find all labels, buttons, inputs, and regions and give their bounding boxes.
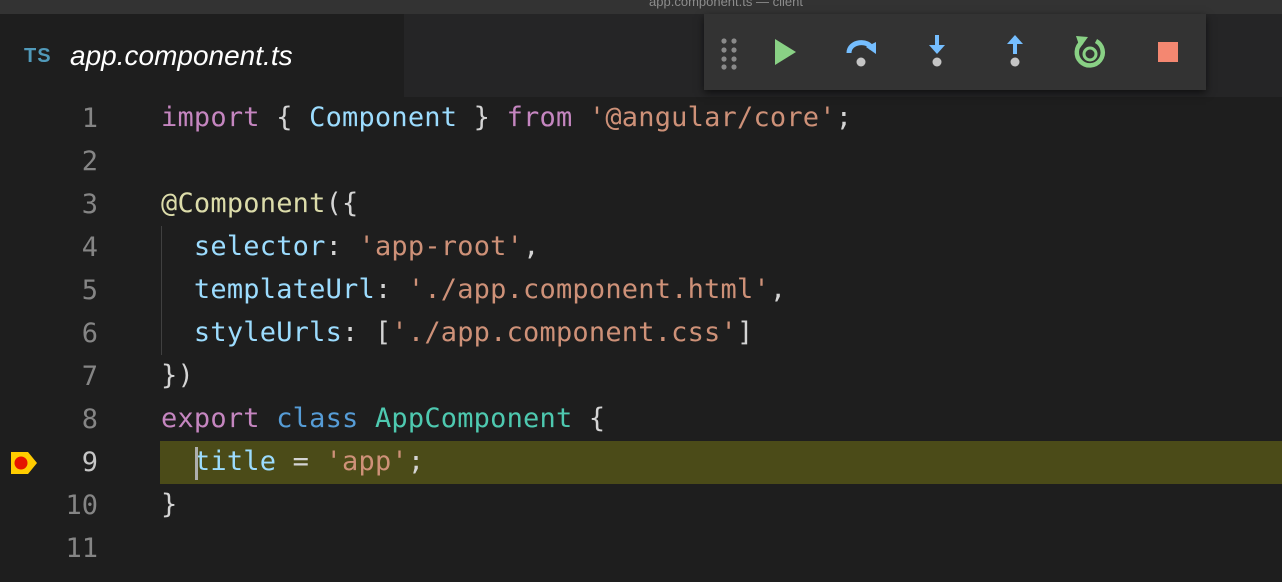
code-token: : (325, 231, 359, 262)
code-text: templateUrl: './app.component.html', (161, 274, 786, 306)
code-token: = (276, 446, 326, 477)
restart-icon (1074, 36, 1106, 68)
code-line-7[interactable]: 7}) (0, 355, 1282, 398)
line-number: 7 (81, 361, 98, 392)
line-number: 3 (81, 189, 98, 220)
code-line-6[interactable]: 6 styleUrls: ['./app.component.css'] (0, 312, 1282, 355)
code-token: '@angular/core' (588, 102, 836, 133)
code-token: ] (736, 317, 754, 348)
step-into-icon (929, 35, 945, 67)
code-token: } (457, 102, 507, 133)
code-line-5[interactable]: 5 templateUrl: './app.component.html', (0, 269, 1282, 312)
step-over-button[interactable] (841, 32, 881, 72)
code-token: 'app-root' (358, 231, 524, 262)
code-line-10[interactable]: 10} (0, 484, 1282, 527)
code-text: title = 'app'; (161, 446, 424, 478)
code-token: { (259, 102, 310, 133)
step-out-icon (1007, 35, 1023, 67)
restart-button[interactable] (1070, 32, 1110, 72)
step-out-button[interactable] (995, 32, 1035, 72)
code-text: } (161, 489, 177, 521)
code-token: './app.component.css' (391, 317, 737, 348)
code-token: import (161, 102, 260, 133)
code-text: import { Component } from '@angular/core… (161, 102, 852, 134)
code-line-3[interactable]: 3 @Component({ (0, 183, 1282, 226)
code-line-2[interactable]: 2 (0, 140, 1282, 183)
title-bar: app.component.ts — client (0, 0, 1282, 14)
code-token: ; (835, 102, 853, 133)
line-number: 5 (81, 275, 98, 306)
code-token: export (161, 403, 260, 434)
code-token: }) (161, 360, 194, 391)
window-title: app.component.ts — client (649, 0, 803, 9)
code-token: AppComponent (374, 403, 573, 434)
debug-toolbar (704, 14, 1206, 90)
code-token: styleUrls (193, 317, 343, 348)
code-token: class (276, 403, 359, 434)
line-number: 8 (81, 404, 98, 435)
drag-handle-icon[interactable] (718, 36, 746, 70)
code-text: styleUrls: ['./app.component.css'] (161, 317, 753, 349)
line-number: 10 (65, 490, 98, 521)
code-token: './app.component.html' (407, 274, 770, 305)
typescript-file-icon: TS (24, 45, 52, 67)
code-text: @Component({ (161, 188, 358, 220)
code-token: ({ (325, 188, 359, 219)
line-number: 6 (81, 318, 98, 349)
code-text: export class AppComponent { (161, 403, 605, 435)
code-token: title (193, 446, 277, 477)
tab-filename: app.component.ts (70, 40, 293, 71)
code-token: templateUrl (193, 274, 375, 305)
code-editor[interactable]: 1 import { Component } from '@angular/cor… (0, 97, 1282, 582)
stop-icon (1158, 42, 1178, 62)
line-number: 1 (81, 103, 98, 134)
code-token: @Component (161, 188, 326, 219)
play-icon (775, 39, 796, 65)
line-number: 11 (65, 533, 98, 564)
code-token: { (572, 403, 606, 434)
step-into-button[interactable] (917, 32, 957, 72)
code-line-9[interactable]: 9 title = 'app'; (0, 441, 1282, 484)
code-token: from (506, 102, 573, 133)
code-text: }) (161, 360, 194, 392)
code-token: , (523, 231, 540, 262)
text-cursor (195, 447, 198, 480)
code-token: 'app' (325, 446, 408, 477)
step-over-icon (846, 40, 876, 67)
code-token: : [ (342, 317, 392, 348)
code-token: Component (309, 102, 458, 133)
code-token: ; (407, 446, 425, 477)
code-line-8[interactable]: 8 export class AppComponent { (0, 398, 1282, 441)
code-token: , (769, 274, 787, 305)
breakpoint-current-icon[interactable] (10, 451, 38, 475)
code-token: : (374, 274, 408, 305)
line-number: 4 (81, 232, 98, 263)
stop-button[interactable] (1148, 32, 1188, 72)
continue-button[interactable] (765, 32, 805, 72)
line-number: 9 (81, 447, 98, 478)
code-token: } (161, 489, 178, 520)
tab-app-component-ts[interactable]: TS app.component.ts (0, 14, 404, 97)
code-line-1[interactable]: 1 import { Component } from '@angular/cor… (0, 97, 1282, 140)
code-line-11[interactable]: 11 (0, 527, 1282, 570)
code-line-4[interactable]: 4 selector: 'app-root', (0, 226, 1282, 269)
code-text: selector: 'app-root', (161, 231, 540, 263)
line-number: 2 (81, 146, 98, 177)
vscode-window: app.component.ts — client TS app.compone… (0, 0, 1282, 582)
code-token: selector (193, 231, 326, 262)
